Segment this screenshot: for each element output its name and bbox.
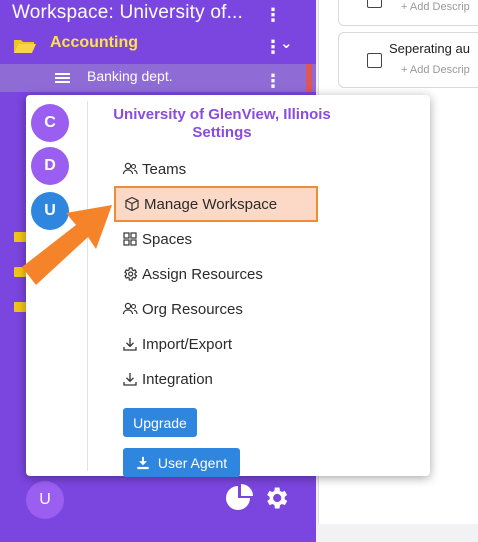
sidebar-item-banking[interactable]: Banking dept. ⋮ [0, 64, 316, 92]
menu-item-label: Teams [142, 160, 187, 178]
cube-icon [125, 196, 139, 212]
folder-open-icon [14, 40, 36, 53]
menu-item-org-resources[interactable]: Org Resources [122, 295, 243, 323]
task-checkbox[interactable] [367, 0, 382, 8]
chevron-down-icon[interactable]: ⌄ [280, 34, 293, 52]
user-agent-label: User Agent [157, 454, 228, 471]
menu-item-manage-workspace[interactable]: Manage Workspace [114, 186, 318, 222]
download-icon [123, 338, 137, 351]
sidebar-item-accounting[interactable]: Accounting ⋮ ⌄ [0, 30, 316, 62]
menu-item-label: Org Resources [142, 300, 243, 318]
menu-item-label: Integration [142, 370, 213, 388]
users-icon [122, 302, 138, 315]
annotation-arrow [22, 205, 112, 285]
menu-item-integration[interactable]: Integration [122, 365, 213, 393]
subitem-menu-icon[interactable]: ⋮ [264, 72, 282, 90]
task-card[interactable]: Seperating au + Add Descrip [338, 32, 478, 88]
upgrade-button[interactable]: Upgrade [123, 408, 197, 437]
menu-item-teams[interactable]: Teams [122, 155, 186, 183]
users-icon [122, 162, 138, 175]
user-agent-button[interactable]: User Agent [123, 448, 240, 477]
download-icon [123, 373, 137, 386]
task-title[interactable]: Seperating au [389, 41, 470, 56]
download-icon [137, 456, 149, 469]
menu-item-label: Spaces [142, 230, 193, 248]
workspace-avatar-d[interactable]: D [31, 147, 69, 185]
menu-item-label: Import/Export [142, 335, 233, 353]
settings-title: University of GlenView, Illinois Setting… [113, 106, 331, 141]
workspace-menu-icon[interactable]: ⋮ [264, 6, 282, 24]
workspace-title[interactable]: Workspace: University of... [12, 2, 243, 24]
add-description-link[interactable]: + Add Descrip [401, 64, 470, 76]
list-icon [55, 73, 70, 83]
folder-icon[interactable] [14, 302, 26, 312]
pie-chart-icon[interactable] [224, 482, 256, 514]
user-avatar[interactable]: U [26, 481, 64, 519]
active-indicator [306, 64, 312, 92]
task-checkbox[interactable] [367, 53, 382, 68]
sidebar-item-label: Accounting [50, 34, 138, 51]
menu-item-spaces[interactable]: Spaces [122, 225, 192, 253]
gear-icon[interactable] [262, 484, 290, 512]
menu-item-label: Assign Resources [142, 265, 263, 283]
workspace-avatar-c[interactable]: C [31, 104, 69, 142]
menu-item-assign-resources[interactable]: Assign Resources [122, 260, 263, 288]
add-description-link[interactable]: + Add Descrip [401, 1, 470, 13]
menu-item-import-export[interactable]: Import/Export [122, 330, 232, 358]
sidebar-item-label: Banking dept. [87, 68, 173, 84]
task-card[interactable]: + Add Descrip [338, 0, 478, 26]
menu-item-label: Manage Workspace [144, 195, 278, 213]
